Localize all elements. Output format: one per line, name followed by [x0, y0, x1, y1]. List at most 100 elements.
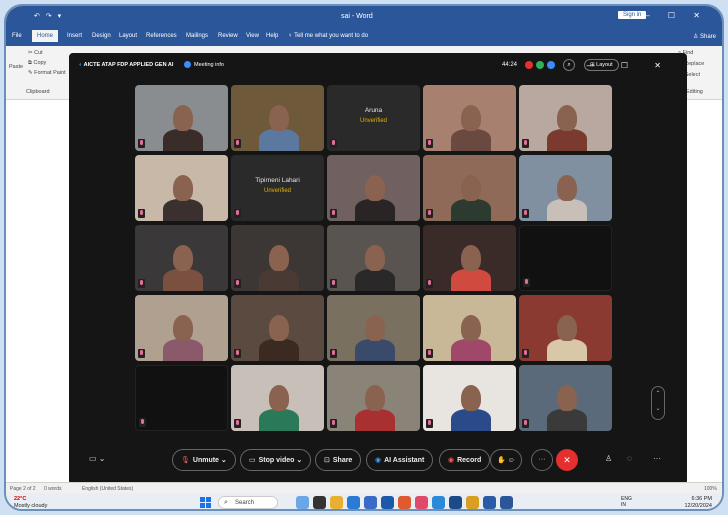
outlook-icon[interactable] [381, 496, 394, 509]
participant-tile[interactable] [231, 85, 324, 151]
participant-tile[interactable] [519, 155, 612, 221]
meeting-info-button[interactable]: Meeting info [184, 61, 224, 68]
window-controls[interactable]: — ☐ ✕ [642, 11, 708, 20]
participant-tile[interactable] [135, 155, 228, 221]
participant-tile[interactable] [231, 365, 324, 431]
zoom-level[interactable]: 100% [704, 486, 717, 492]
tab-home[interactable]: Home [32, 30, 59, 42]
participant-tile[interactable]: Tipirneni Lahari Unverified [231, 155, 324, 221]
teams-icon[interactable] [483, 496, 496, 509]
ai-assistant-button[interactable]: ◉ AI Assistant [366, 449, 434, 471]
search-icon[interactable]: ⌕ [563, 59, 575, 71]
chat-bubble-icon[interactable]: ◌ [627, 454, 632, 463]
muted-mic-icon [234, 349, 241, 358]
participant-tile[interactable] [135, 295, 228, 361]
file-explorer-icon[interactable] [330, 496, 343, 509]
copy-button[interactable]: ⧉ Copy [28, 60, 46, 67]
participant-tile[interactable] [327, 365, 420, 431]
share-button[interactable]: ♙ Share [693, 33, 716, 40]
weather-condition: Mostly cloudy [14, 503, 48, 509]
share-screen-icon: ⊡ [324, 457, 330, 464]
media-icon[interactable] [415, 496, 428, 509]
windows-start-icon[interactable] [200, 497, 211, 508]
tab-insert[interactable]: Insert [67, 33, 82, 39]
task-view-icon[interactable] [313, 496, 326, 509]
webex-icon[interactable] [432, 496, 445, 509]
participant-tile[interactable] [519, 295, 612, 361]
share-screen-button[interactable]: ⊡ Share [315, 449, 362, 471]
clock-time: 6:36 PM [691, 496, 712, 502]
participant-video-body [355, 339, 395, 361]
leave-meeting-button[interactable]: ✕ [556, 449, 578, 471]
participant-tile[interactable] [135, 225, 228, 291]
participant-tile[interactable] [519, 85, 612, 151]
participant-tile[interactable]: Aruna Unverified [327, 85, 420, 151]
widgets-icon[interactable] [296, 496, 309, 509]
camera-icon: ▭ [249, 457, 256, 464]
connection-status-icon [536, 61, 544, 69]
tab-view[interactable]: View [246, 33, 259, 39]
participant-tile[interactable] [423, 225, 516, 291]
tab-help[interactable]: Help [266, 33, 278, 39]
participant-video-face [173, 105, 193, 131]
store-icon[interactable] [364, 496, 377, 509]
office-icon[interactable] [398, 496, 411, 509]
quick-access-toolbar[interactable]: ↶ ↷ ▾ [34, 12, 63, 20]
participant-tile[interactable] [231, 225, 324, 291]
edge-icon[interactable] [347, 496, 360, 509]
participant-video-face [557, 385, 577, 411]
tab-references[interactable]: References [146, 33, 177, 39]
participant-video-face [269, 385, 289, 411]
participant-tile[interactable] [327, 295, 420, 361]
meeting-window-controls[interactable]: — ☐ ✕ [587, 61, 673, 70]
ai-assistant-label: AI Assistant [384, 457, 425, 464]
security-status-icon [547, 61, 555, 69]
participant-tile[interactable] [519, 365, 612, 431]
participants-icon[interactable]: ♙ [605, 454, 612, 463]
cut-button[interactable]: ✂ Cut [28, 50, 43, 56]
tab-file[interactable]: File [12, 33, 22, 39]
meeting-info-label: Meeting info [194, 61, 224, 68]
more-icon[interactable]: ··· [653, 454, 661, 463]
participant-tile[interactable] [519, 225, 612, 291]
participant-tile[interactable] [423, 85, 516, 151]
weather-widget[interactable]: 22°C Mostly cloudy [14, 496, 48, 509]
participant-tile[interactable] [423, 155, 516, 221]
format-painter-button[interactable]: ✎ Format Paint [28, 70, 66, 76]
participant-tile[interactable] [327, 225, 420, 291]
muted-mic-icon [426, 209, 433, 218]
participant-video-face [557, 105, 577, 131]
participant-tile[interactable] [231, 295, 324, 361]
chat-icon[interactable]: ▭ ⌄ [89, 454, 105, 463]
participant-video-body [355, 269, 395, 291]
system-clock[interactable]: 6:36 PM 12/20/2024 [684, 496, 712, 509]
taskbar-search[interactable]: ⌕ Search [218, 496, 278, 509]
participant-tile[interactable] [135, 85, 228, 151]
chrome-icon[interactable] [466, 496, 479, 509]
tab-mailings[interactable]: Mailings [186, 33, 208, 39]
search-icon: ⌕ [224, 499, 228, 506]
participant-video-face [269, 315, 289, 341]
paste-button[interactable]: Paste [9, 64, 23, 70]
unmute-button[interactable]: 🎙 Unmute ⌄ [172, 449, 236, 471]
reactions-button[interactable]: ✋ ☺ [490, 449, 522, 471]
participant-tile[interactable] [423, 295, 516, 361]
input-language[interactable]: ENG IN [621, 496, 632, 508]
scroll-pager[interactable]: ⌃ ⌄ [651, 386, 665, 420]
participant-tile[interactable] [423, 365, 516, 431]
tell-me-box[interactable]: ♀ Tell me what you want to do [288, 33, 368, 39]
participant-tile[interactable] [135, 365, 228, 431]
participant-video-face [461, 315, 481, 341]
tab-review[interactable]: Review [218, 33, 238, 39]
tab-layout[interactable]: Layout [119, 33, 137, 39]
word-app-icon[interactable] [449, 496, 462, 509]
more-options-button[interactable]: ··· [531, 449, 553, 471]
tab-design[interactable]: Design [92, 33, 111, 39]
word-icon[interactable] [500, 496, 513, 509]
stop-video-button[interactable]: ▭ Stop video ⌄ [240, 449, 312, 471]
windows-taskbar: 22°C Mostly cloudy ⌕ Search ENG IN 6:36 P… [6, 493, 722, 509]
record-button[interactable]: ◉ Record [439, 449, 491, 471]
person-icon: ♙ [692, 34, 700, 40]
participant-tile[interactable] [327, 155, 420, 221]
participant-video-body [451, 199, 491, 221]
